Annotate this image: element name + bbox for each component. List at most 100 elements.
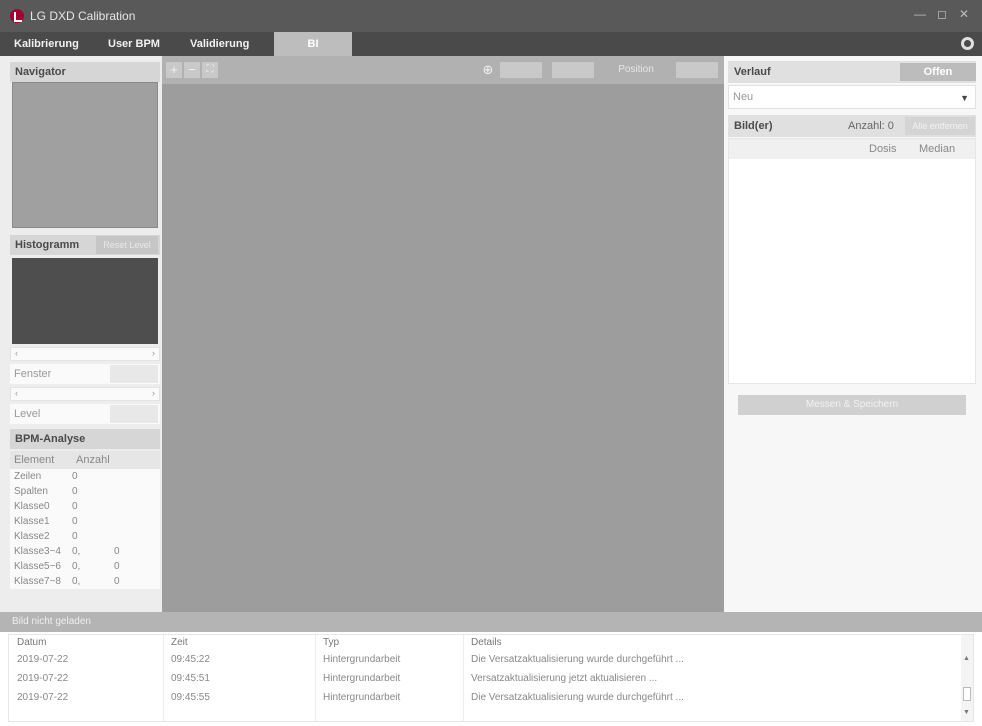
bpm-element-name: Klasse2 [14, 531, 50, 542]
slider-left-arrow-icon[interactable]: ‹ [15, 348, 18, 358]
table-row[interactable]: 2019-07-22 09:45:55 Hintergrundarbeit Di… [9, 690, 961, 707]
table-row: Klasse7~8 0, 0 [10, 574, 160, 589]
bpm-element-name: Klasse1 [14, 516, 50, 527]
gear-icon[interactable] [961, 37, 974, 50]
histogram-plot [12, 258, 158, 344]
table-header: Element Anzahl [10, 451, 160, 469]
scroll-down-icon[interactable]: ▼ [963, 709, 970, 716]
bpm-element-name: Klasse3~4 [14, 546, 61, 557]
main-tab-bar: Kalibrierung User BPM Validierung BI [0, 32, 982, 56]
column-element: Element [14, 454, 55, 466]
log-details: Versatzaktualisierung jetzt aktualisiere… [471, 673, 658, 684]
bpm-extra: 0 [114, 546, 120, 557]
log-details: Die Versatzaktualisierung wurde durchgef… [471, 692, 684, 703]
column-median: Median [919, 143, 956, 155]
column-time: Zeit [171, 637, 188, 648]
log-time: 09:45:51 [171, 673, 210, 684]
bpm-count: 0, [72, 561, 81, 572]
title-bar: LG DXD Calibration — ◻ ✕ [0, 0, 982, 32]
bpm-analysis-header: BPM-Analyse [10, 429, 160, 449]
log-type: Hintergrundarbeit [323, 673, 401, 684]
tab-kalibrierung[interactable]: Kalibrierung [2, 32, 91, 56]
column-date: Datum [17, 637, 47, 648]
log-time: 09:45:22 [171, 654, 210, 665]
scroll-up-icon[interactable]: ▲ [963, 655, 970, 662]
slider-left-arrow-icon[interactable]: ‹ [15, 388, 18, 398]
viewer-toolbar: + − ⛶ ⊕ Position [162, 56, 724, 84]
minimize-button[interactable]: — [912, 6, 928, 22]
bpm-extra: 0 [114, 561, 120, 572]
log-date: 2019-07-22 [17, 673, 69, 684]
log-type: Hintergrundarbeit [323, 692, 401, 703]
table-row[interactable]: 2019-07-22 09:45:22 Hintergrundarbeit Di… [9, 652, 961, 669]
table-row: Klasse0 0 [10, 499, 160, 514]
zoom-in-button[interactable]: + [166, 62, 182, 78]
image-viewer[interactable] [162, 84, 724, 612]
bpm-count: 0, [72, 546, 81, 557]
bpm-count: 0, [72, 576, 81, 587]
log-time: 09:45:55 [171, 692, 210, 703]
log-details: Die Versatzaktualisierung wurde durchgef… [471, 654, 684, 665]
scroll-thumb[interactable] [963, 687, 971, 701]
open-button[interactable]: Offen [900, 63, 976, 81]
slider-right-arrow-icon[interactable]: › [152, 348, 155, 358]
position-value [676, 62, 718, 78]
remove-all-button[interactable]: Alle entfernen [905, 117, 975, 135]
chevron-down-icon[interactable]: ▼ [960, 87, 969, 109]
table-row: Klasse2 0 [10, 529, 160, 544]
info-icon: ⊕ [482, 62, 494, 77]
image-count-label: Anzahl: 0 [848, 120, 894, 132]
bpm-extra: 0 [114, 576, 120, 587]
toolbar-box[interactable] [552, 62, 594, 78]
log-date: 2019-07-22 [17, 654, 69, 665]
bpm-element-name: Klasse7~8 [14, 576, 61, 587]
table-row: Klasse3~4 0, 0 [10, 544, 160, 559]
bpm-element-name: Spalten [14, 486, 48, 497]
column-details: Details [471, 637, 502, 648]
window-input[interactable] [110, 365, 158, 383]
table-row[interactable]: 2019-07-22 09:45:51 Hintergrundarbeit Ve… [9, 671, 961, 688]
bpm-element-name: Klasse0 [14, 501, 50, 512]
fit-to-screen-button[interactable]: ⛶ [202, 62, 218, 78]
tab-user-bpm[interactable]: User BPM [96, 32, 172, 56]
image-list[interactable]: Dosis Median [728, 138, 976, 384]
position-label: Position [618, 64, 654, 75]
tab-validierung[interactable]: Validierung [178, 32, 261, 56]
level-slider[interactable]: ‹ › [10, 387, 160, 401]
bpm-element-name: Klasse5~6 [14, 561, 61, 572]
history-select[interactable]: Neu ▼ [728, 85, 976, 109]
close-button[interactable]: ✕ [956, 6, 972, 22]
column-dose: Dosis [869, 143, 897, 155]
level-label: Level [14, 408, 41, 420]
toolbar-box[interactable] [500, 62, 542, 78]
table-header: Datum Zeit Typ Details [9, 635, 973, 651]
bpm-count: 0 [72, 501, 78, 512]
table-row: Klasse5~6 0, 0 [10, 559, 160, 574]
app-title: LG DXD Calibration [30, 9, 136, 23]
navigator-header: Navigator [10, 62, 160, 82]
bpm-count: 0 [72, 516, 78, 527]
maximize-button[interactable]: ◻ [934, 6, 950, 22]
history-select-value: Neu [733, 91, 754, 103]
table-header: Dosis Median [729, 139, 975, 159]
table-row: Spalten 0 [10, 484, 160, 499]
window-slider[interactable]: ‹ › [10, 347, 160, 361]
zoom-out-button[interactable]: − [184, 62, 200, 78]
navigator-preview[interactable] [12, 82, 158, 228]
table-row: Zeilen 0 [10, 469, 160, 484]
tab-bi[interactable]: BI [274, 32, 352, 56]
measure-save-button[interactable]: Messen & Speichern [738, 395, 966, 415]
lg-logo-icon [10, 9, 24, 23]
bpm-count: 0 [72, 471, 78, 482]
slider-right-arrow-icon[interactable]: › [152, 388, 155, 398]
log-date: 2019-07-22 [17, 692, 69, 703]
log-scrollbar[interactable]: ▲ ▼ [961, 635, 973, 721]
status-bar: Bild nicht geladen [0, 612, 982, 632]
level-input[interactable] [110, 405, 158, 423]
histogram-reset-button[interactable]: Reset Level [96, 236, 158, 254]
log-table: Datum Zeit Typ Details 2019-07-22 09:45:… [8, 634, 974, 722]
window-label: Fenster [14, 368, 52, 380]
bpm-analysis-table: Element Anzahl Zeilen 0 Spalten 0 Klasse0 0… [10, 451, 160, 589]
level-field: Level [10, 404, 160, 424]
table-row: Klasse1 0 [10, 514, 160, 529]
